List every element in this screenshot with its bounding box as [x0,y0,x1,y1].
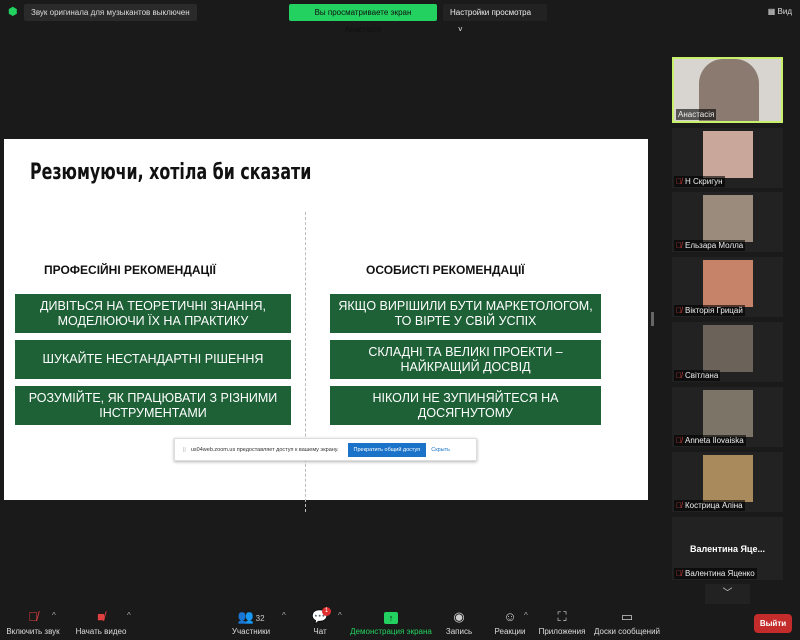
share-screen-icon: ↑ [384,612,398,624]
top-bar: ⬢ Звук оригинала для музыкантов выключен… [0,0,800,34]
participant-display-name: Валентина Яце... [690,544,765,554]
participant-tile[interactable]: 🎙̸ Кострица Аліна [672,452,783,512]
participant-tile-active[interactable]: Анастасія [672,57,783,123]
view-settings-button[interactable]: Настройки просмотра ˅ [443,4,547,34]
participant-name: Anneta Ilovaiska [685,436,744,445]
mic-muted-icon: 🎙̸ [676,306,682,315]
reactions-button[interactable]: ☺ Реакции [492,607,528,636]
view-button[interactable]: ▦ Вид [768,7,792,16]
participant-tile[interactable]: 🎙̸ Світлана [672,322,783,382]
participant-tile[interactable]: Валентина Яце... 🎙̸ Валентина Яценко [672,517,783,580]
participant-tile[interactable]: 🎙̸ Ельзара Молла [672,192,783,252]
right-item: СКЛАДНІ ТА ВЕЛИКІ ПРОЕКТИ – НАЙКРАЩИЙ ДО… [330,340,601,379]
slide-divider [305,212,306,512]
participant-avatar [703,455,753,502]
participant-tile[interactable]: 🎙̸ Н Скригун [672,128,783,188]
left-item: ШУКАЙТЕ НЕСТАНДАРТНІ РІШЕННЯ [15,340,291,379]
record-label: Запись [445,627,473,636]
participant-tile[interactable]: 🎙̸ Вікторія Грицай [672,257,783,317]
participants-button[interactable]: 👥 32 Участники [226,607,276,636]
whiteboards-label: Доски сообщений [593,627,660,636]
start-video-button[interactable]: ■̸ Начать видео [72,607,130,636]
meeting-toolbar: 🎙̸ Включить звук ^ ■̸ Начать видео ^ 👥 32 Уч… [0,604,800,640]
drag-handle-icon[interactable]: || [183,447,186,453]
right-item: НІКОЛИ НЕ ЗУПИНЯЙТЕСЯ НА ДОСЯГНУТОМУ [330,386,601,425]
participant-name: Н Скригун [685,177,723,186]
slide-title: Резюмуючи, хотіла би сказати [30,160,312,185]
participants-count: 32 [255,614,265,623]
participants-icon: 👥 [237,609,254,624]
mic-muted-icon: 🎙̸ [676,371,682,380]
whiteboard-icon: ▭ [620,609,634,624]
apps-icon: ⛶ [557,609,567,624]
participant-name: Ельзара Молла [685,241,744,250]
left-item: ДИВІТЬСЯ НА ТЕОРЕТИЧНІ ЗНАННЯ, МОДЕЛЮЮЧИ… [15,294,291,333]
record-button[interactable]: ◉ Запись [442,607,476,636]
mic-muted-icon: 🎙̸ [676,569,682,578]
mic-muted-icon: 🎙̸ [676,241,682,250]
participant-name: Анастасія [676,109,717,120]
apps-button[interactable]: ⛶ Приложения [538,607,586,636]
whiteboards-button[interactable]: ▭ Доски сообщений [593,607,661,636]
left-item: РОЗУМІЙТЕ, ЯК ПРАЦЮВАТИ З РІЗНИМИ ІНСТРУ… [15,386,291,425]
participant-avatar [703,390,753,437]
right-heading: ОСОБИСТІ РЕКОМЕНДАЦІЇ [366,263,525,277]
apps-label: Приложения [538,627,586,636]
scroll-down-button[interactable]: ﹀ [705,584,750,604]
hide-button[interactable]: Скрыть [431,447,450,453]
right-item: ЯКЩО ВИРІШИЛИ БУТИ МАРКЕТОЛОГОМ, ТО ВІРТ… [330,294,601,333]
viewing-banner: Вы просматриваете экран Анастасія [289,4,437,34]
video-off-icon: ■̸ [97,609,105,624]
share-notification: || us04web.zoom.us предоставляет доступ … [174,438,477,461]
share-message: us04web.zoom.us предоставляет доступ к в… [190,446,339,453]
participant-name: Світлана [685,371,719,380]
share-screen-button[interactable]: ↑ Демонстрация экрана [350,607,432,636]
mic-muted-icon: 🎙̸ [676,177,682,186]
stop-sharing-button[interactable]: Прекратить общий доступ [347,442,427,457]
chat-label: Чат [313,627,327,636]
participant-name: Валентина Яценко [685,569,755,578]
participants-label: Участники [231,627,271,636]
mic-muted-icon: 🎙̸ [676,436,682,445]
participant-avatar [703,260,753,307]
start-video-label: Начать видео [75,627,127,636]
chat-caret[interactable]: ^ [338,611,342,620]
audio-options-caret[interactable]: ^ [52,611,56,620]
participant-name: Кострица Аліна [685,501,743,510]
reactions-label: Реакции [494,627,526,636]
unmute-label: Включить звук [6,627,60,636]
chat-badge: 1 [322,607,331,616]
chevron-down-icon: ˅ [458,25,463,34]
left-heading: ПРОФЕСІЙНІ РЕКОМЕНДАЦІЇ [44,263,216,277]
participant-avatar [703,325,753,372]
leave-button[interactable]: Выйти [754,614,792,633]
view-label: Вид [777,7,792,16]
share-screen-label: Демонстрация экрана [350,627,432,636]
record-icon: ◉ [453,609,465,624]
participant-name: Вікторія Грицай [685,306,743,315]
video-options-caret[interactable]: ^ [127,611,131,620]
mic-muted-icon: 🎙̸ [676,501,682,510]
participant-tile[interactable]: 🎙̸ Anneta Ilovaiska [672,387,783,447]
view-settings-label: Настройки просмотра [450,8,532,17]
participant-avatar [703,131,753,178]
chevron-down-icon: ﹀ [722,588,733,599]
shield-icon[interactable]: ⬢ [8,5,18,18]
panel-resize-handle[interactable] [651,312,654,326]
grid-icon: ▦ [767,7,776,16]
participant-avatar [703,195,753,242]
audio-notice: Звук оригинала для музыкантов выключен [24,4,197,21]
reactions-icon: ☺ [503,609,517,624]
reactions-caret[interactable]: ^ [524,611,528,620]
participants-caret[interactable]: ^ [282,611,286,620]
